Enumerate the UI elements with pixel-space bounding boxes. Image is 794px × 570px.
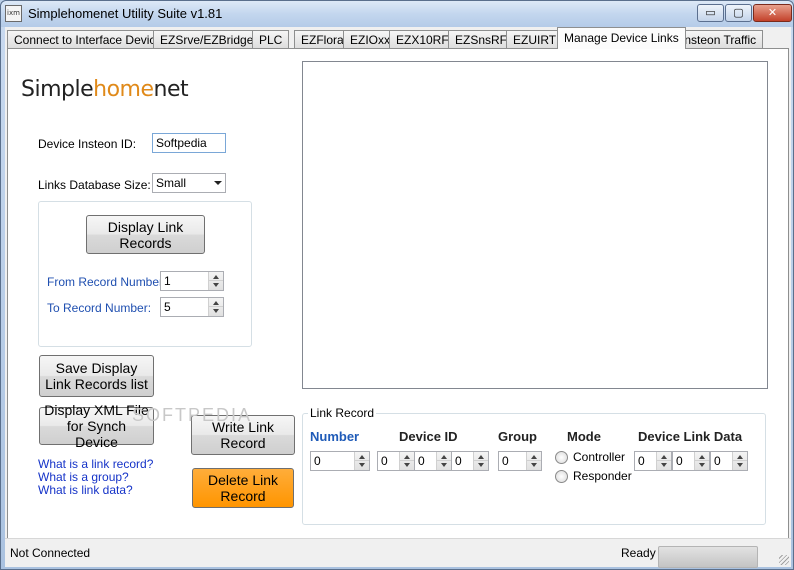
group-value: 0 <box>502 454 509 468</box>
ready-status: Ready <box>621 546 656 560</box>
save-display-list-button[interactable]: Save Display Link Records list <box>39 355 154 397</box>
spinner-arrows-icon[interactable] <box>526 452 541 470</box>
logo-text-home: home <box>93 77 154 102</box>
link-data-header: Device Link Data <box>638 429 743 444</box>
tab-insteon-traffic[interactable]: Insteon Traffic <box>674 30 764 49</box>
link-record-caption: Link Record <box>308 406 377 420</box>
link-data-byte-1[interactable]: 0 <box>634 451 672 471</box>
window-title: Simplehomenet Utility Suite v1.81 <box>28 6 223 21</box>
spinner-arrows-icon[interactable] <box>694 452 709 470</box>
number-spinner[interactable]: 0 <box>310 451 370 471</box>
close-button[interactable]: ✕ <box>753 4 792 22</box>
db-size-select[interactable]: Small <box>152 173 226 193</box>
what-is-link-record-link[interactable]: What is a link record? <box>38 457 153 471</box>
device-id-byte-value: 0 <box>455 454 462 468</box>
link-data-byte-3[interactable]: 0 <box>710 451 748 471</box>
status-bar: Not Connected Ready <box>5 538 791 568</box>
minimize-button[interactable]: ▭ <box>697 4 724 22</box>
spinner-arrows-icon[interactable] <box>473 452 488 470</box>
responder-label: Responder <box>573 469 632 483</box>
tab-manage-device-links[interactable]: Manage Device Links <box>557 27 686 49</box>
display-link-records-button[interactable]: Display Link Records <box>86 215 205 254</box>
tab-ezuirt[interactable]: EZUIRT <box>506 30 564 49</box>
spinner-arrows-icon[interactable] <box>399 452 414 470</box>
spinner-arrows-icon[interactable] <box>656 452 671 470</box>
to-record-spinner[interactable]: 5 <box>160 297 224 317</box>
from-record-label: From Record Number: <box>47 275 167 289</box>
from-record-value: 1 <box>164 274 171 288</box>
number-value: 0 <box>314 454 321 468</box>
logo-text-simple: Simple <box>21 77 94 102</box>
to-record-label: To Record Number: <box>47 301 152 315</box>
connection-status: Not Connected <box>10 546 91 560</box>
tab-ezx10rf[interactable]: EZX10RF <box>389 30 456 49</box>
resize-grip-icon[interactable] <box>779 555 789 565</box>
tab-ezsrve[interactable]: EZSrve/EZBridge <box>153 30 261 49</box>
responder-radio[interactable] <box>555 470 568 483</box>
status-progress-bar <box>658 546 758 568</box>
logo-text-net: net <box>153 77 189 102</box>
device-id-byte-value: 0 <box>418 454 425 468</box>
manage-links-panel: Simplehomenet Device Insteon ID: Softped… <box>7 48 789 559</box>
chevron-down-icon <box>214 181 222 185</box>
what-is-link-data-link[interactable]: What is link data? <box>38 483 133 497</box>
controller-radio[interactable] <box>555 451 568 464</box>
spinner-arrows-icon[interactable] <box>354 452 369 470</box>
link-data-byte-2[interactable]: 0 <box>672 451 710 471</box>
title-bar[interactable]: ixm Simplehomenet Utility Suite v1.81 ▭ … <box>1 1 793 27</box>
device-id-byte-1[interactable]: 0 <box>377 451 415 471</box>
simplehomenet-logo: Simplehomenet <box>21 77 189 102</box>
link-data-byte-value: 0 <box>714 454 721 468</box>
link-records-output[interactable] <box>302 61 768 389</box>
from-record-spinner[interactable]: 1 <box>160 271 224 291</box>
device-id-byte-2[interactable]: 0 <box>414 451 452 471</box>
number-header: Number <box>310 429 360 444</box>
device-id-input[interactable]: Softpedia <box>152 133 226 153</box>
db-size-value: Small <box>156 176 187 190</box>
maximize-button[interactable]: ▢ <box>725 4 752 22</box>
spinner-arrows-icon[interactable] <box>208 272 223 290</box>
client-area: Connect to Interface Device EZSrve/EZBri… <box>5 27 791 568</box>
app-icon: ixm <box>5 5 22 22</box>
tab-ezsnsrf[interactable]: EZSnsRF <box>448 30 515 49</box>
to-record-value: 5 <box>164 300 171 314</box>
what-is-group-link[interactable]: What is a group? <box>38 470 129 484</box>
controller-label: Controller <box>573 450 626 464</box>
group-header: Group <box>498 429 537 444</box>
device-id-label: Device Insteon ID: <box>38 137 137 151</box>
spinner-arrows-icon[interactable] <box>732 452 747 470</box>
application-window: ixm Simplehomenet Utility Suite v1.81 ▭ … <box>0 0 794 570</box>
watermark: SOFTPEDIA <box>132 405 253 425</box>
spinner-arrows-icon[interactable] <box>436 452 451 470</box>
spinner-arrows-icon[interactable] <box>208 298 223 316</box>
group-spinner[interactable]: 0 <box>498 451 542 471</box>
device-id-byte-value: 0 <box>381 454 388 468</box>
device-id-byte-3[interactable]: 0 <box>451 451 489 471</box>
db-size-label: Links Database Size: <box>38 178 151 192</box>
tab-connect[interactable]: Connect to Interface Device <box>7 30 170 49</box>
tab-plc[interactable]: PLC <box>252 30 290 49</box>
delete-link-record-button[interactable]: Delete Link Record <box>192 468 294 508</box>
device-id-header: Device ID <box>399 429 458 444</box>
mode-header: Mode <box>567 429 601 444</box>
link-data-byte-value: 0 <box>676 454 683 468</box>
link-data-byte-value: 0 <box>638 454 645 468</box>
